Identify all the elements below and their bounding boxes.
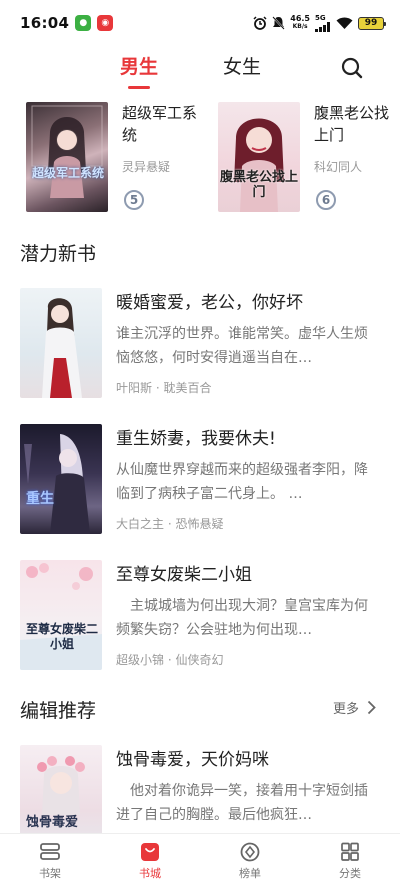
- cover-title-text: 至尊女废柴二小姐: [25, 622, 98, 651]
- cover-title-text: 腹黑老公找上门: [220, 170, 299, 200]
- alarm-icon: [253, 16, 267, 30]
- top-book-card[interactable]: 腹黑老公找上门 腹黑老公找上门 科幻同人 6: [218, 102, 394, 217]
- ranking-icon: [240, 842, 260, 862]
- status-indicators: 46.5 KB/s 5G 99: [253, 14, 386, 32]
- nav-label: 分类: [339, 867, 361, 880]
- netease-music-icon: ◉: [97, 15, 114, 31]
- book-list-item[interactable]: 重生 重生娇妻，我要休夫! 从仙魔世界穿越而来的超级强者李阳，降临到了病秧子富二…: [20, 424, 380, 534]
- bookstore-icon: [141, 843, 159, 861]
- status-time: 16:04: [20, 14, 70, 32]
- cover-title-text: 超级军工系统: [31, 166, 104, 180]
- category-icon: [341, 842, 359, 861]
- book-category: 仙侠奇幻: [175, 653, 224, 667]
- book-meta: 大白之主 · 恐怖悬疑: [116, 515, 224, 532]
- book-title[interactable]: 蚀骨毒爱，天价妈咪: [116, 745, 269, 770]
- book-description: 他对着你诡异一笑，接着用十字短剑插进了自己的胸膛。最后他疯狂…: [116, 783, 368, 823]
- more-link[interactable]: 更多: [333, 698, 376, 717]
- active-tab-indicator: [128, 86, 150, 89]
- cover-illustration: [24, 434, 90, 534]
- rank-badge: 5: [124, 190, 144, 210]
- book-category: 科幻同人: [314, 160, 363, 174]
- cover-title-text: 蚀骨毒爱: [26, 815, 79, 830]
- bookshelf-icon: [40, 843, 60, 860]
- search-icon[interactable]: [340, 56, 364, 80]
- book-cover[interactable]: 腹黑老公找上门: [218, 102, 300, 212]
- book-list-item[interactable]: 至尊女废柴二小姐 至尊女废柴二小姐 主城城墙为何出现大洞？皇宫宝库为何频繁失窃？…: [20, 560, 380, 670]
- cover-illustration: [31, 105, 103, 198]
- book-list-item[interactable]: 暖婚蜜爱，老公，你好坏 谁主沉浮的世界。谁能常笑。虚华人生烦恼悠悠，何时安得逍遥…: [20, 288, 380, 398]
- cover-illustration: [42, 298, 82, 398]
- chevron-right-icon: [367, 700, 376, 715]
- book-cover[interactable]: 重生: [20, 424, 102, 534]
- book-description: 主城城墙为何出现大洞？皇宫宝库为何频繁失窃？公会驻地为何出现…: [116, 598, 368, 638]
- section-title-editor: 编辑推荐: [20, 700, 97, 722]
- book-author: 超级小锦: [116, 653, 165, 667]
- nav-label: 榜单: [239, 867, 261, 880]
- nav-category[interactable]: 分类: [300, 834, 400, 889]
- nav-bookshelf[interactable]: 书架: [0, 834, 100, 889]
- book-cover[interactable]: 至尊女废柴二小姐: [20, 560, 102, 670]
- book-description: 谁主沉浮的世界。谁能常笑。虚华人生烦恼悠悠，何时安得逍遥当自在…: [116, 326, 368, 366]
- book-title[interactable]: 超级军工系统: [122, 102, 204, 146]
- book-cover[interactable]: 超级军工系统: [26, 102, 108, 212]
- nav-bookstore[interactable]: 书城: [100, 834, 200, 889]
- book-description: 从仙魔世界穿越而来的超级强者李阳，降临到了病秧子富二代身上。 …: [116, 462, 368, 502]
- book-author: 大白之主: [116, 517, 165, 531]
- cover-illustration: [20, 563, 102, 670]
- signal-icon: [315, 22, 330, 32]
- book-category: 灵异悬疑: [122, 160, 171, 174]
- tab-female[interactable]: 女生: [223, 52, 261, 79]
- gender-tabs: 男生 女生: [0, 46, 400, 94]
- cover-title-text: 重生: [26, 491, 54, 507]
- book-title[interactable]: 至尊女废柴二小姐: [116, 560, 252, 585]
- top-book-card[interactable]: 超级军工系统 超级军工系统 灵异悬疑 5: [26, 102, 202, 217]
- nav-ranking[interactable]: 榜单: [200, 834, 300, 889]
- signal-5g: 5G: [315, 14, 331, 32]
- bottom-nav: 书架 书城 榜单 分类: [0, 833, 400, 889]
- book-meta: 叶阳斯 · 耽美百合: [116, 379, 212, 396]
- book-title[interactable]: 腹黑老公找上门: [314, 102, 394, 146]
- battery-icon: 99: [358, 16, 386, 30]
- status-bar: 16:04 ● ◉ 46.5 KB/s 5G 99: [0, 0, 400, 46]
- book-category: 恐怖悬疑: [175, 517, 224, 531]
- section-title-potential: 潜力新书: [20, 243, 97, 265]
- more-label: 更多: [332, 702, 359, 717]
- mute-icon: [272, 16, 285, 30]
- nav-label: 书架: [39, 867, 61, 880]
- book-cover[interactable]: [20, 288, 102, 398]
- rank-badge: 6: [316, 190, 336, 210]
- wechat-icon: ●: [75, 15, 92, 31]
- nav-label: 书城: [139, 867, 161, 880]
- book-title[interactable]: 暖婚蜜爱，老公，你好坏: [116, 288, 303, 313]
- book-category: 耽美百合: [163, 381, 212, 395]
- book-meta: 超级小锦 · 仙侠奇幻: [116, 651, 224, 668]
- wifi-icon: [336, 17, 353, 29]
- net-speed: 46.5 KB/s: [290, 14, 310, 31]
- book-author: 叶阳斯: [116, 381, 153, 395]
- book-title[interactable]: 重生娇妻，我要休夫!: [116, 424, 276, 449]
- tab-male[interactable]: 男生: [120, 52, 158, 79]
